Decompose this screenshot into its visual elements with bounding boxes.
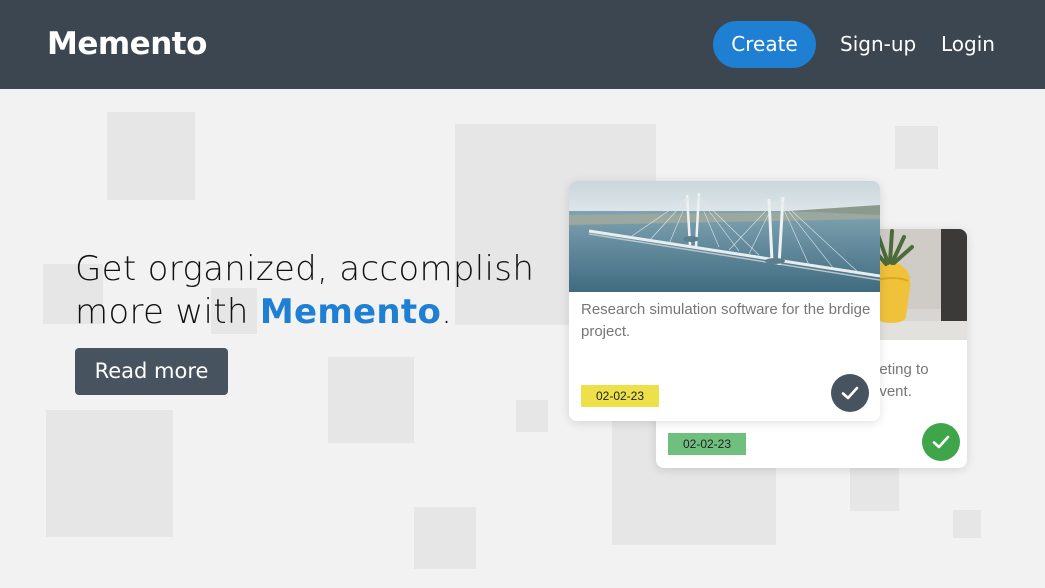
hero-title-accent: Memento xyxy=(259,292,442,332)
create-button[interactable]: Create xyxy=(713,21,816,68)
date-badge: 02-02-23 xyxy=(581,385,659,407)
hero-title: Get organized, accomplish more with Meme… xyxy=(75,248,595,334)
decor-square xyxy=(328,357,414,443)
complete-check-button[interactable] xyxy=(922,423,960,461)
hero-title-suffix: . xyxy=(441,292,453,332)
complete-check-button[interactable] xyxy=(831,374,869,412)
login-link[interactable]: Login xyxy=(941,21,995,68)
card-description: eeting to event. xyxy=(871,359,961,403)
top-navbar: Memento Create Sign-up Login xyxy=(0,0,1045,89)
decor-square xyxy=(414,507,476,569)
hero-title-line1: Get organized, accomplish xyxy=(75,249,535,289)
check-icon xyxy=(932,435,950,449)
decor-square xyxy=(107,112,195,200)
hero-title-line2: more with xyxy=(75,292,260,332)
decor-square xyxy=(850,462,899,511)
decor-square xyxy=(46,410,173,537)
bridge-photo xyxy=(569,181,880,292)
check-icon xyxy=(841,386,859,400)
decor-square xyxy=(895,126,938,169)
card-description: Research simulation software for the brd… xyxy=(581,301,871,340)
signup-link[interactable]: Sign-up xyxy=(840,21,916,68)
decor-square xyxy=(516,400,548,432)
brand-logo[interactable]: Memento xyxy=(47,24,207,64)
read-more-button[interactable]: Read more xyxy=(75,348,228,395)
task-card[interactable]: Research simulation software for the brd… xyxy=(569,181,880,421)
date-badge: 02-02-23 xyxy=(668,433,746,455)
decor-square xyxy=(953,510,981,538)
